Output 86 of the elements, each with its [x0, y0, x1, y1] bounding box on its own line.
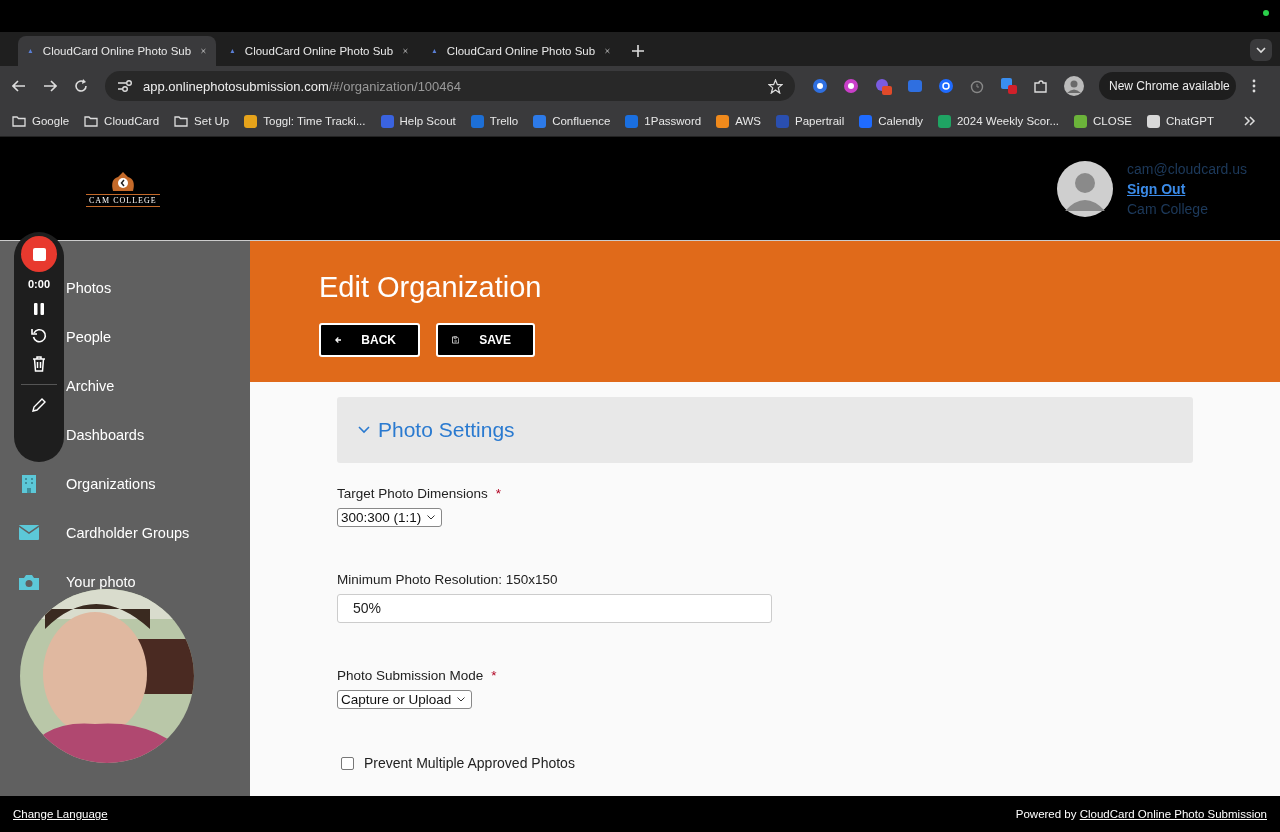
close-icon[interactable]: [403, 46, 408, 56]
avatar[interactable]: [1064, 76, 1084, 96]
more-icon[interactable]: [1250, 79, 1257, 93]
sidebar-item[interactable]: Dashboards: [66, 426, 145, 443]
favicon-icon: [230, 46, 235, 56]
input-field[interactable]: 50%: [337, 594, 772, 623]
stop-button[interactable]: [21, 236, 57, 272]
tab-search-icon[interactable]: [1250, 39, 1272, 61]
browser-tab[interactable]: CloudCard Online Photo Sub: [422, 36, 620, 66]
extension-icon[interactable]: [938, 78, 954, 94]
save-button[interactable]: SAVE: [436, 323, 535, 357]
pause-icon[interactable]: [33, 302, 45, 316]
bookmark[interactable]: Google: [12, 115, 70, 127]
status-dot: [1263, 10, 1269, 16]
envelope-icon: [19, 525, 39, 540]
bookmark[interactable]: Help Scout: [380, 114, 456, 128]
sidebar-item[interactable]: Cardholder Groups: [66, 524, 190, 541]
section-header[interactable]: Photo Settings: [337, 397, 1193, 463]
trash-icon[interactable]: [32, 356, 46, 372]
recording-time: 0:00: [28, 278, 50, 290]
bookmark[interactable]: CloudCard: [84, 115, 160, 127]
folder-icon: [12, 115, 26, 127]
sign-out-link[interactable]: Sign Out: [1127, 178, 1260, 199]
bookmark[interactable]: Trello: [470, 114, 519, 128]
pencil-icon[interactable]: [31, 397, 47, 413]
extension-icon[interactable]: [812, 78, 828, 94]
organization-name: Cam College: [1127, 199, 1209, 219]
restart-icon[interactable]: [31, 328, 47, 344]
puzzle-icon[interactable]: [1033, 78, 1049, 94]
bookmark[interactable]: 2024 Weekly Scor...: [937, 114, 1059, 128]
bookmark[interactable]: Calendly: [859, 114, 923, 128]
field-label: Target Photo Dimensions: [337, 486, 488, 501]
select-field[interactable]: 300:300 (1:1): [337, 508, 443, 527]
page-title: Edit Organization: [319, 271, 543, 304]
site-settings-icon: [117, 79, 133, 93]
folder-icon: [174, 115, 189, 127]
change-language-link[interactable]: Change Language: [13, 808, 108, 820]
browser-tab[interactable]: CloudCard Online Photo Sub: [18, 36, 216, 66]
bookmark[interactable]: Toggl: Time Tracki...: [244, 114, 366, 128]
folder-icon: [84, 115, 99, 127]
favicon-icon: [432, 46, 437, 56]
bookmark[interactable]: AWS: [716, 114, 761, 128]
caret-icon: [457, 697, 466, 702]
crest-icon: [109, 170, 136, 193]
sidebar-item[interactable]: Photos: [66, 279, 112, 296]
sidebar-item[interactable]: Archive: [66, 377, 115, 394]
sidebar-item[interactable]: Organizations: [66, 475, 156, 492]
bookmark[interactable]: Papertrail: [776, 114, 845, 128]
caret-icon: [427, 515, 436, 520]
chevron-icon[interactable]: [1244, 116, 1256, 126]
bookmark[interactable]: ChatGPT: [1147, 114, 1214, 128]
field-label: Minimum Photo Resolution: 150x150: [337, 572, 558, 587]
address-field[interactable]: app.onlinephotosubmission.com/#/organization/100464: [105, 71, 795, 101]
back-arrow-icon[interactable]: [12, 79, 26, 93]
avatar: [1057, 160, 1113, 217]
checkbox[interactable]: [341, 756, 354, 770]
camera-icon: [19, 573, 39, 590]
field-label: Photo Submission Mode: [337, 668, 484, 683]
reload-icon[interactable]: [74, 79, 88, 93]
required-mark: *: [491, 668, 497, 683]
logo: CAM COLLEGE: [86, 170, 160, 207]
close-icon[interactable]: [201, 46, 206, 56]
chevron-down-icon: [358, 426, 370, 434]
close-icon[interactable]: [605, 46, 610, 56]
back-button[interactable]: BACK: [319, 323, 420, 357]
sidebar-item[interactable]: People: [66, 328, 112, 345]
extension-icon[interactable]: [843, 78, 859, 94]
update-button[interactable]: New Chrome available: [1099, 72, 1236, 100]
star-icon[interactable]: [768, 78, 783, 94]
browser-tab[interactable]: CloudCard Online Photo Sub: [220, 36, 418, 66]
bookmark[interactable]: CLOSE: [1074, 114, 1132, 128]
user-email: cam@cloudcard.us: [1127, 159, 1249, 179]
bookmark[interactable]: Set Up: [174, 115, 230, 127]
cloudcard-link[interactable]: CloudCard Online Photo Submission: [1079, 808, 1267, 820]
required-mark: *: [495, 486, 502, 501]
new-tab-icon[interactable]: [632, 45, 644, 57]
favicon-icon: [28, 46, 33, 56]
bookmark[interactable]: 1Password: [625, 114, 702, 128]
sidebar-item[interactable]: Your photo: [66, 573, 136, 590]
checkbox-label: Prevent Multiple Approved Photos: [364, 755, 575, 771]
alarm-clock-icon[interactable]: [969, 78, 985, 94]
building-icon: [22, 474, 36, 493]
bookmark[interactable]: Confluence: [533, 114, 611, 128]
powered-by-text: Powered by CloudCard Online Photo Submission: [1015, 808, 1267, 820]
forward-arrow-icon[interactable]: [43, 79, 57, 93]
select-field[interactable]: Capture or Upload: [337, 690, 473, 709]
